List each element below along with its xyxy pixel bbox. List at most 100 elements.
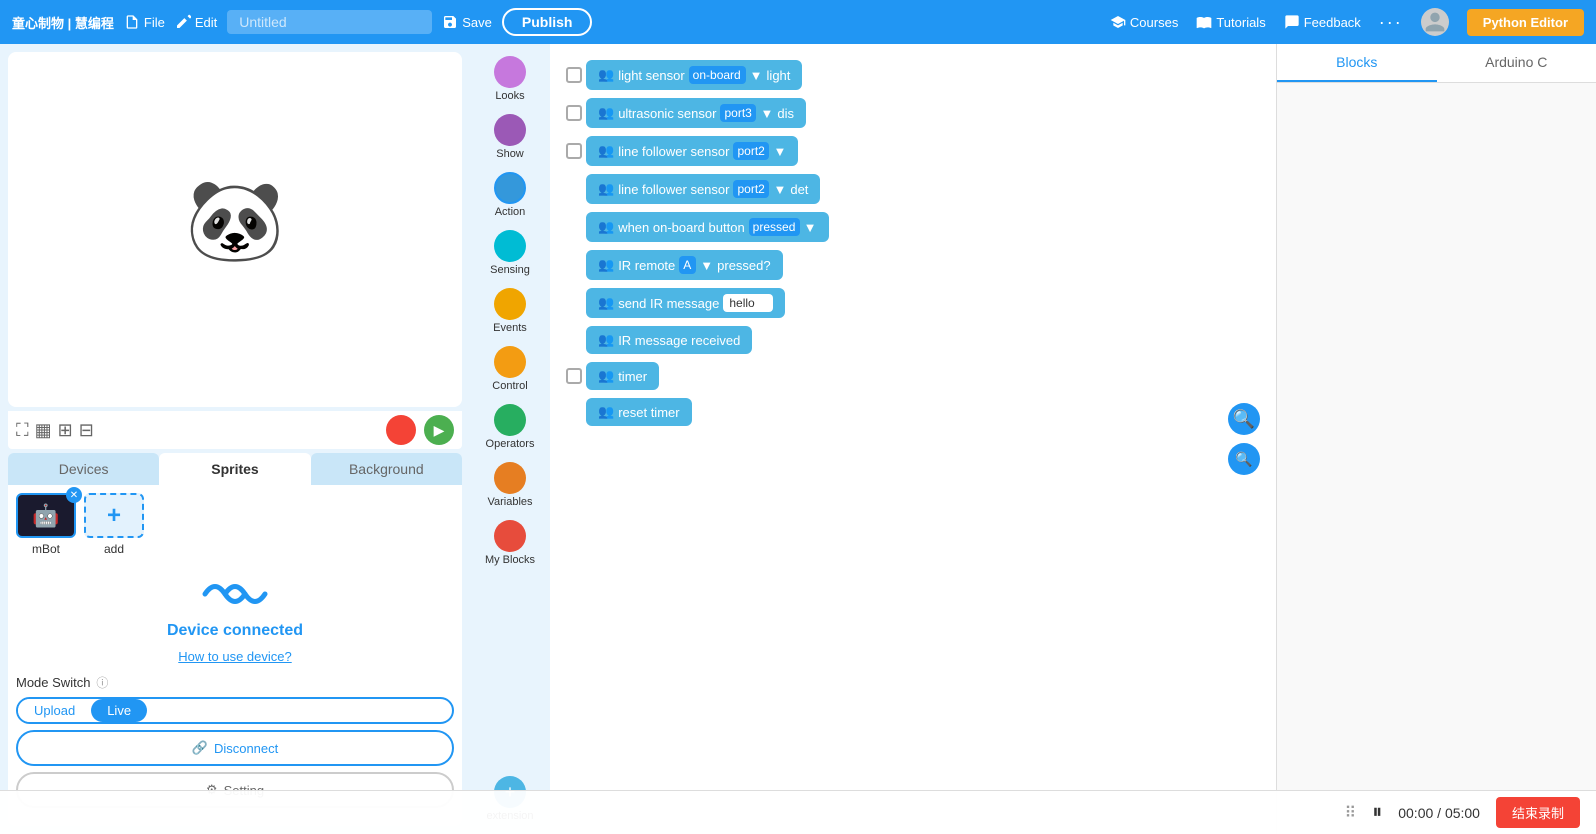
right-tabs: Blocks Arduino C bbox=[1277, 44, 1596, 83]
category-control[interactable]: Control bbox=[475, 342, 545, 396]
block-light-sensor[interactable]: 👥 light sensor on-board ▼ light bbox=[586, 60, 802, 90]
category-variables[interactable]: Variables bbox=[475, 458, 545, 512]
edit-menu[interactable]: Edit bbox=[175, 14, 217, 30]
line-follower-icon: 👥 bbox=[598, 143, 614, 159]
block-reset-timer[interactable]: 👥 reset timer bbox=[586, 398, 692, 426]
grid-3-icon[interactable]: ⊞ bbox=[58, 420, 73, 441]
sensing-dot bbox=[494, 230, 526, 262]
file-icon bbox=[124, 14, 140, 30]
left-panel: 🐼 ⛶ ▦ ⊞ ⊟ ▶ Devices Sprites Background bbox=[0, 44, 470, 834]
end-recording-button[interactable]: 结束录制 bbox=[1496, 797, 1580, 828]
courses-link[interactable]: Courses bbox=[1110, 14, 1178, 30]
logo: 童心制物 | 慧编程 bbox=[12, 13, 114, 32]
grid-2-icon[interactable]: ▦ bbox=[35, 420, 52, 441]
add-icon: + bbox=[107, 502, 121, 530]
link-icon: 🔗 bbox=[192, 740, 208, 756]
checkbox-timer[interactable] bbox=[566, 368, 582, 384]
block-ir-remote[interactable]: 👥 IR remote A ▼ pressed? bbox=[586, 250, 783, 280]
ir-received-icon: 👥 bbox=[598, 332, 614, 348]
panel-tabs: Devices Sprites Background bbox=[8, 453, 462, 485]
zoom-in-button[interactable]: 🔍 bbox=[1228, 403, 1260, 435]
more-options[interactable]: ··· bbox=[1379, 12, 1403, 33]
ir-remote-select[interactable]: A bbox=[679, 256, 696, 274]
save-button[interactable]: Save bbox=[442, 14, 492, 30]
variables-dot bbox=[494, 462, 526, 494]
block-timer[interactable]: 👥 timer bbox=[586, 362, 659, 390]
category-events[interactable]: Events bbox=[475, 284, 545, 338]
project-title-input[interactable] bbox=[227, 10, 432, 34]
ir-icon: 👥 bbox=[598, 257, 614, 273]
feedback-link[interactable]: Feedback bbox=[1284, 14, 1361, 30]
checkbox-light-sensor[interactable] bbox=[566, 67, 582, 83]
block-ultrasonic[interactable]: 👥 ultrasonic sensor port3 ▼ dis bbox=[586, 98, 806, 128]
line-follower-1-port-select[interactable]: port2 bbox=[733, 142, 769, 160]
recording-timer: 00:00 / 05:00 bbox=[1398, 805, 1480, 821]
line-follower-2-port-select[interactable]: port2 bbox=[733, 180, 769, 198]
mbot-device[interactable]: 🤖 ✕ mBot bbox=[16, 493, 76, 556]
checkbox-ultrasonic[interactable] bbox=[566, 105, 582, 121]
category-looks[interactable]: Looks bbox=[475, 52, 545, 106]
python-editor-button[interactable]: Python Editor bbox=[1467, 9, 1584, 36]
how-to-link[interactable]: How to use device? bbox=[178, 649, 291, 664]
block-row-ir-received: 👥 IR message received bbox=[566, 326, 1260, 354]
avatar-icon bbox=[1421, 8, 1449, 36]
expand-icon[interactable]: ⛶ bbox=[16, 420, 29, 441]
category-action[interactable]: Action bbox=[475, 168, 545, 222]
courses-icon bbox=[1110, 14, 1126, 30]
category-show[interactable]: Show bbox=[475, 110, 545, 164]
block-row-onboard-btn: 👥 when on-board button pressed ▼ bbox=[566, 212, 1260, 242]
file-menu[interactable]: File bbox=[124, 14, 165, 30]
tutorials-link[interactable]: Tutorials bbox=[1196, 14, 1265, 30]
block-onboard-btn[interactable]: 👥 when on-board button pressed ▼ bbox=[586, 212, 829, 242]
category-operators[interactable]: Operators bbox=[475, 400, 545, 454]
ultrasonic-icon: 👥 bbox=[598, 105, 614, 121]
zoom-out-button[interactable]: 🔍 bbox=[1228, 443, 1260, 475]
upload-mode-btn[interactable]: Upload bbox=[18, 699, 91, 722]
right-panel: Blocks Arduino C bbox=[1276, 44, 1596, 834]
send-ir-icon: 👥 bbox=[598, 295, 614, 311]
block-send-ir[interactable]: 👥 send IR message bbox=[586, 288, 785, 318]
edit-icon bbox=[175, 14, 191, 30]
mbot-close[interactable]: ✕ bbox=[66, 487, 82, 503]
ir-message-input[interactable] bbox=[723, 294, 773, 312]
tab-devices[interactable]: Devices bbox=[8, 453, 159, 485]
block-row-line-follower-2: 👥 line follower sensor port2 ▼ det bbox=[566, 174, 1260, 204]
blocks-content: 👥 light sensor on-board ▼ light 👥 ultras… bbox=[550, 44, 1276, 442]
tab-blocks[interactable]: Blocks bbox=[1277, 44, 1437, 82]
add-device-thumb[interactable]: + bbox=[84, 493, 144, 538]
block-row-ultrasonic: 👥 ultrasonic sensor port3 ▼ dis bbox=[566, 98, 1260, 128]
tab-arduino-c[interactable]: Arduino C bbox=[1437, 44, 1596, 82]
mbot-label: mBot bbox=[32, 542, 60, 556]
device-connected-section: Device connected How to use device? Mode… bbox=[16, 564, 454, 818]
block-line-follower-1[interactable]: 👥 line follower sensor port2 ▼ bbox=[586, 136, 798, 166]
category-my-blocks[interactable]: My Blocks bbox=[475, 516, 545, 570]
live-mode-btn[interactable]: Live bbox=[91, 699, 147, 722]
mode-info-icon[interactable]: ⓘ bbox=[96, 674, 108, 691]
grid-4-icon[interactable]: ⊟ bbox=[79, 420, 94, 441]
add-device[interactable]: + add bbox=[84, 493, 144, 556]
ultrasonic-port-select[interactable]: port3 bbox=[720, 104, 756, 122]
control-dot bbox=[494, 346, 526, 378]
category-sensing[interactable]: Sensing bbox=[475, 226, 545, 280]
line-follower-2-icon: 👥 bbox=[598, 181, 614, 197]
block-line-follower-2[interactable]: 👥 line follower sensor port2 ▼ det bbox=[586, 174, 820, 204]
mode-switch-row: Mode Switch ⓘ bbox=[16, 674, 454, 691]
onboard-btn-select[interactable]: pressed bbox=[749, 218, 800, 236]
playback-controls: ▶ bbox=[386, 415, 454, 445]
stage-area: 🐼 bbox=[8, 52, 462, 407]
checkbox-line-follower-1[interactable] bbox=[566, 143, 582, 159]
save-icon bbox=[442, 14, 458, 30]
stage-controls: ⛶ ▦ ⊞ ⊟ ▶ bbox=[8, 411, 462, 449]
pause-button[interactable]: ⏸ bbox=[1372, 801, 1382, 824]
go-button[interactable]: ▶ bbox=[424, 415, 454, 445]
tab-background[interactable]: Background bbox=[311, 453, 462, 485]
show-dot bbox=[494, 114, 526, 146]
avatar[interactable] bbox=[1421, 8, 1449, 36]
block-categories: Looks Show Action Sensing Events Control… bbox=[470, 44, 550, 834]
light-sensor-port-select[interactable]: on-board bbox=[689, 66, 746, 84]
publish-button[interactable]: Publish bbox=[502, 8, 593, 36]
disconnect-button[interactable]: 🔗 Disconnect bbox=[16, 730, 454, 766]
stop-button[interactable] bbox=[386, 415, 416, 445]
tab-sprites[interactable]: Sprites bbox=[159, 453, 310, 485]
block-ir-received[interactable]: 👥 IR message received bbox=[586, 326, 752, 354]
